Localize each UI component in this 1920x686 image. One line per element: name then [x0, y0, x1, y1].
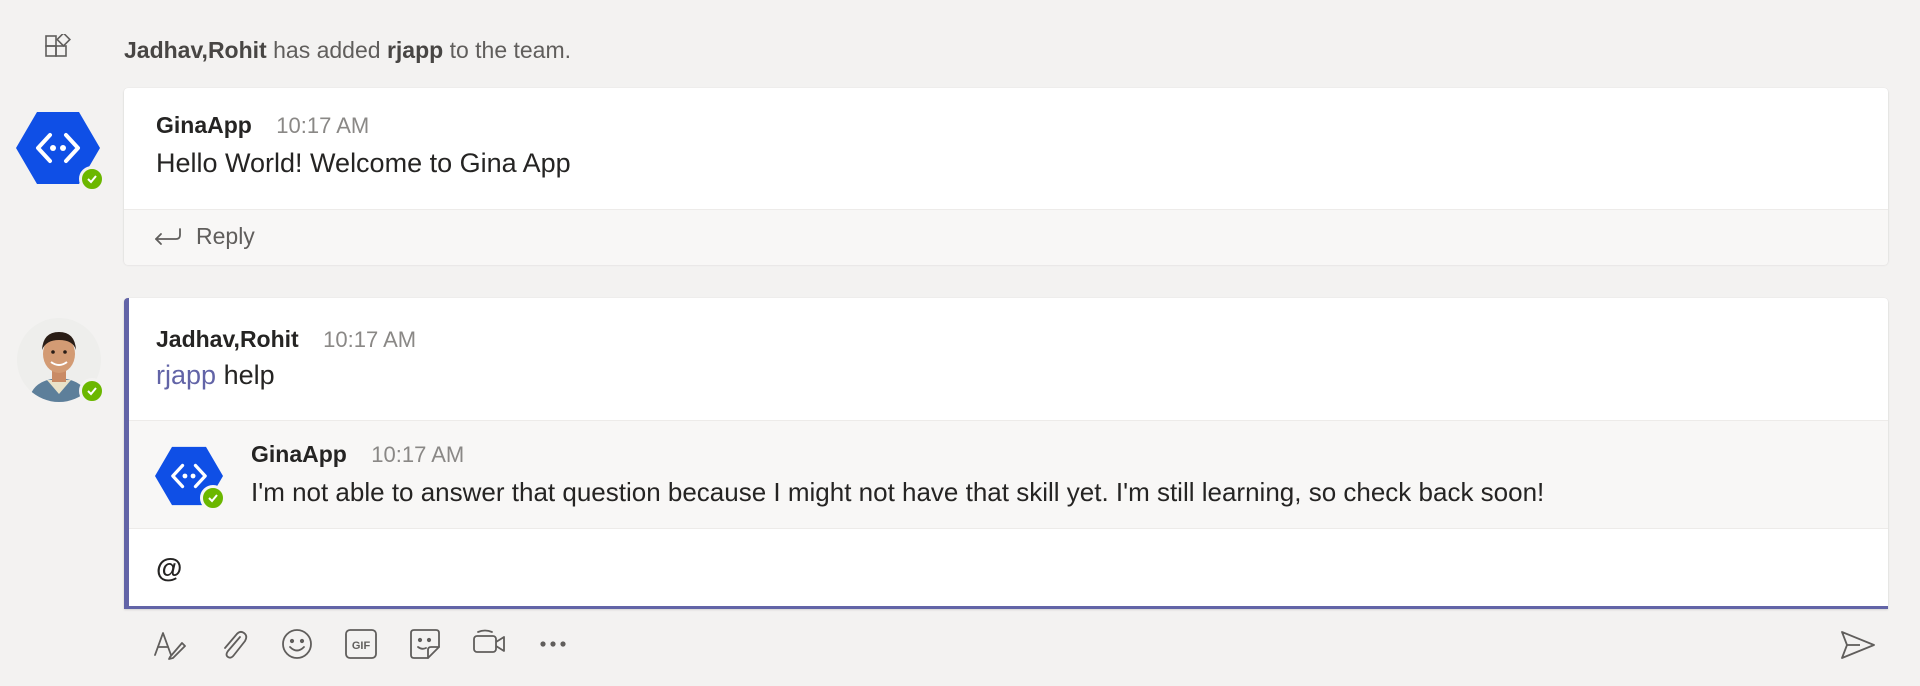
meet-now-icon[interactable]	[472, 627, 506, 661]
thread-text: rjapp help	[156, 360, 275, 391]
reply-icon	[154, 226, 182, 250]
reply-label: Reply	[196, 223, 255, 249]
ginaapp-avatar[interactable]	[16, 110, 105, 192]
emoji-icon[interactable]	[280, 627, 314, 661]
nested-reply-timestamp: 10:17 AM	[371, 442, 465, 467]
compose-toolbar: GIF	[152, 627, 570, 661]
sticker-icon[interactable]	[408, 627, 442, 661]
message-header: GinaApp 10:17 AM	[156, 112, 369, 139]
more-options-icon[interactable]	[536, 627, 570, 661]
presence-available-icon	[79, 378, 105, 404]
system-event-action: has added	[273, 37, 381, 63]
nested-reply-sender[interactable]: GinaApp	[251, 441, 347, 467]
thread-card: Jadhav,Rohit 10:17 AM rjapp help GinaApp…	[124, 298, 1888, 609]
message-text: Hello World! Welcome to Gina App	[156, 148, 571, 178]
thread-sender[interactable]: Jadhav,Rohit	[156, 326, 299, 352]
reply-button[interactable]: Reply	[124, 209, 1888, 265]
reply-compose-box[interactable]: @	[129, 528, 1888, 609]
team-add-icon	[44, 34, 72, 62]
user-avatar[interactable]	[17, 318, 105, 404]
thread-message: help	[223, 360, 275, 390]
ginaapp-reply-avatar[interactable]	[155, 445, 226, 511]
send-icon[interactable]	[1840, 629, 1876, 661]
thread-header: Jadhav,Rohit 10:17 AM	[156, 326, 416, 353]
presence-available-icon	[79, 166, 105, 192]
message-card: GinaApp 10:17 AM Hello World! Welcome to…	[124, 88, 1888, 265]
format-icon[interactable]	[152, 627, 186, 661]
system-event-text: Jadhav,Rohit has added rjapp to the team…	[124, 37, 571, 64]
attach-icon[interactable]	[216, 627, 250, 661]
message-timestamp: 10:17 AM	[276, 113, 370, 138]
message-sender[interactable]: GinaApp	[156, 112, 252, 138]
thread-timestamp: 10:17 AM	[323, 327, 417, 352]
svg-text:GIF: GIF	[352, 640, 371, 652]
compose-input[interactable]: @	[156, 553, 182, 584]
system-event-actor[interactable]: Jadhav,Rohit	[124, 37, 267, 63]
presence-available-icon	[200, 485, 226, 511]
system-event-suffix: to the team.	[449, 37, 572, 63]
gif-icon[interactable]: GIF	[344, 627, 378, 661]
nested-reply-text: I'm not able to answer that question bec…	[251, 477, 1545, 507]
nested-reply-header: GinaApp 10:17 AM	[251, 441, 464, 468]
bot-mention[interactable]: rjapp	[156, 360, 216, 390]
system-event-target[interactable]: rjapp	[387, 37, 443, 63]
nested-reply: GinaApp 10:17 AM I'm not able to answer …	[129, 420, 1888, 529]
